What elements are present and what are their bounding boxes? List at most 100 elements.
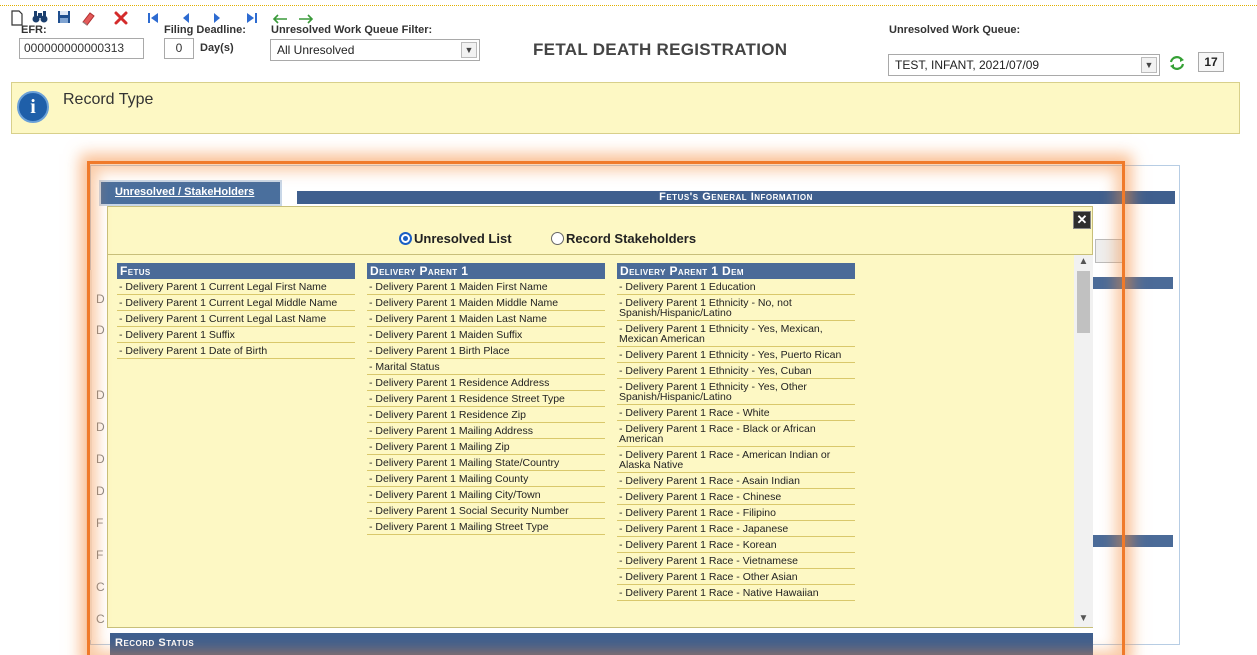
filter-select[interactable]: All Unresolved ▼ [270,39,480,61]
list-item[interactable]: - Delivery Parent 1 Race - Black or Afri… [617,421,855,447]
top-divider [0,5,1257,6]
close-icon: ✕ [1076,212,1088,227]
column-delivery-parent-1-dem: Delivery Parent 1 Dem - Delivery Parent … [617,263,855,601]
background-side-strip [86,270,92,640]
list-item[interactable]: - Delivery Parent 1 Race - Japanese [617,521,855,537]
radio-record-stakeholders[interactable]: Record Stakeholders [551,231,696,246]
first-record-icon[interactable] [144,10,162,28]
scroll-down-icon[interactable]: ▼ [1074,612,1093,626]
list-item[interactable]: - Delivery Parent 1 Current Legal First … [117,279,355,295]
filing-deadline-unit: Day(s) [200,42,234,54]
queue-label: Unresolved Work Queue: [889,24,1021,36]
efr-label: EFR: [21,24,47,36]
list-item[interactable]: - Delivery Parent 1 Race - American Indi… [617,447,855,473]
queue-select-value: TEST, INFANT, 2021/07/09 [895,58,1040,72]
info-bar: i Record Type [11,82,1240,134]
list-item[interactable]: - Delivery Parent 1 Race - Native Hawaii… [617,585,855,601]
list-item[interactable]: - Delivery Parent 1 Maiden First Name [367,279,605,295]
background-field-letter: D [96,484,105,498]
background-field-letter: C [96,580,105,594]
list-item[interactable]: - Delivery Parent 1 Race - Filipino [617,505,855,521]
scroll-up-icon[interactable]: ▲ [1074,255,1093,269]
background-field-letter: D [96,420,105,434]
list-item[interactable]: - Delivery Parent 1 Race - Chinese [617,489,855,505]
list-item[interactable]: - Delivery Parent 1 Birth Place [367,343,605,359]
chevron-down-icon: ▼ [461,42,477,58]
background-field-letter: F [96,516,104,530]
list-item[interactable]: - Delivery Parent 1 Ethnicity - Yes, Oth… [617,379,855,405]
list-item[interactable]: - Delivery Parent 1 Social Security Numb… [367,503,605,519]
chevron-down-icon: ▼ [1141,57,1157,73]
background-section-bar [1093,277,1173,289]
list-item[interactable]: - Delivery Parent 1 Current Legal Last N… [117,311,355,327]
list-item[interactable]: - Delivery Parent 1 Mailing Zip [367,439,605,455]
queue-select[interactable]: TEST, INFANT, 2021/07/09 ▼ [888,54,1160,76]
record-status-header: Record Status [110,633,1093,655]
filing-deadline-label: Filing Deadline: [164,24,246,36]
radio-unresolved-label: Unresolved List [414,231,512,246]
list-item[interactable]: - Delivery Parent 1 Mailing Address [367,423,605,439]
radio-stakeholders-label: Record Stakeholders [566,231,697,246]
filing-deadline-input[interactable]: 0 [164,38,194,59]
unresolved-list: Fetus - Delivery Parent 1 Current Legal … [108,254,1093,627]
list-item[interactable]: - Delivery Parent 1 Race - Asain Indian [617,473,855,489]
tab-unresolved-stakeholders[interactable]: Unresolved / StakeHolders [99,180,282,206]
list-item[interactable]: - Delivery Parent 1 Race - Other Asian [617,569,855,585]
list-item[interactable]: - Marital Status [367,359,605,375]
radio-unresolved-list[interactable]: Unresolved List [399,231,512,246]
list-item[interactable]: - Delivery Parent 1 Ethnicity - No, not … [617,295,855,321]
scrollbar-thumb[interactable] [1077,271,1090,333]
background-field-letter: D [96,292,105,306]
list-item[interactable]: - Delivery Parent 1 Mailing Street Type [367,519,605,535]
column-header: Fetus [117,263,355,279]
radio-selected-icon [399,232,412,245]
column-fetus: Fetus - Delivery Parent 1 Current Legal … [117,263,355,359]
save-disk-icon[interactable] [55,10,73,28]
radio-unselected-icon [551,232,564,245]
page-title: FETAL DEATH REGISTRATION [533,40,788,59]
list-item[interactable]: - Delivery Parent 1 Education [617,279,855,295]
list-item[interactable]: - Delivery Parent 1 Mailing City/Town [367,487,605,503]
eraser-icon[interactable] [79,10,97,28]
filter-label: Unresolved Work Queue Filter: [271,24,433,36]
column-header: Delivery Parent 1 [367,263,605,279]
background-field-letter: D [96,452,105,466]
filter-select-value: All Unresolved [277,43,355,57]
queue-count-badge: 17 [1198,52,1224,72]
background-select [1095,239,1125,263]
background-field-letter: D [96,388,105,402]
list-item[interactable]: - Delivery Parent 1 Current Legal Middle… [117,295,355,311]
toolbar: EFR: 000000000000313 Filing Deadline: 0 … [0,0,1257,82]
background-field-letter: D [96,323,105,337]
background-section-bar [1093,535,1173,547]
list-item[interactable]: - Delivery Parent 1 Mailing County [367,471,605,487]
list-item[interactable]: - Delivery Parent 1 Mailing State/Countr… [367,455,605,471]
section-header: Fetus's General Information [297,191,1175,204]
list-scrollbar[interactable]: ▲ ▼ [1074,255,1093,627]
list-item[interactable]: - Delivery Parent 1 Ethnicity - Yes, Pue… [617,347,855,363]
list-item[interactable]: - Delivery Parent 1 Race - Vietnamese [617,553,855,569]
background-field-letter: C [96,612,105,626]
list-item[interactable]: - Delivery Parent 1 Maiden Middle Name [367,295,605,311]
list-item[interactable]: - Delivery Parent 1 Ethnicity - Yes, Mex… [617,321,855,347]
list-item[interactable]: - Delivery Parent 1 Date of Birth [117,343,355,359]
refresh-icon[interactable] [1168,55,1186,75]
info-icon: i [17,91,49,123]
list-item[interactable]: - Delivery Parent 1 Ethnicity - Yes, Cub… [617,363,855,379]
list-item[interactable]: - Delivery Parent 1 Race - Korean [617,537,855,553]
list-item[interactable]: - Delivery Parent 1 Residence Address [367,375,605,391]
column-header: Delivery Parent 1 Dem [617,263,855,279]
list-item[interactable]: - Delivery Parent 1 Residence Street Typ… [367,391,605,407]
delete-x-icon[interactable] [112,10,130,28]
list-item[interactable]: - Delivery Parent 1 Maiden Last Name [367,311,605,327]
list-item[interactable]: - Delivery Parent 1 Race - White [617,405,855,421]
info-title: Record Type [63,91,154,108]
list-item[interactable]: - Delivery Parent 1 Maiden Suffix [367,327,605,343]
column-delivery-parent-1: Delivery Parent 1 - Delivery Parent 1 Ma… [367,263,605,535]
close-button[interactable]: ✕ [1073,211,1091,229]
efr-input[interactable]: 000000000000313 [19,38,144,59]
background-field-letter: F [96,548,104,562]
unresolved-popup: ✕ Unresolved List Record Stakeholders Fe… [107,206,1093,628]
list-item[interactable]: - Delivery Parent 1 Residence Zip [367,407,605,423]
list-item[interactable]: - Delivery Parent 1 Suffix [117,327,355,343]
